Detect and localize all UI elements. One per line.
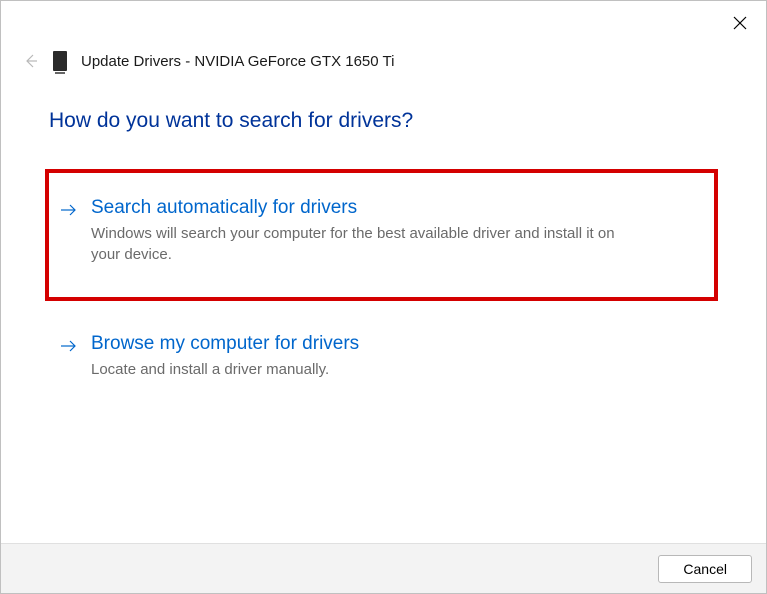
close-button[interactable] — [728, 11, 752, 35]
option-description: Windows will search your computer for th… — [91, 223, 631, 265]
back-button[interactable] — [21, 52, 39, 70]
option-title: Search automatically for drivers — [91, 197, 702, 219]
option-text: Browse my computer for drivers Locate an… — [91, 333, 706, 380]
option-title: Browse my computer for drivers — [91, 333, 706, 355]
content-area: How do you want to search for drivers? S… — [1, 71, 766, 390]
question-heading: How do you want to search for drivers? — [49, 109, 718, 133]
option-browse-computer[interactable]: Browse my computer for drivers Locate an… — [49, 323, 718, 390]
cancel-button[interactable]: Cancel — [658, 555, 752, 583]
arrow-right-icon — [61, 203, 79, 221]
arrow-right-icon — [61, 339, 79, 357]
window-title: Update Drivers - NVIDIA GeForce GTX 1650… — [81, 53, 394, 70]
back-arrow-icon — [22, 53, 38, 69]
option-search-automatically[interactable]: Search automatically for drivers Windows… — [45, 169, 718, 301]
header: Update Drivers - NVIDIA GeForce GTX 1650… — [1, 1, 766, 71]
option-description: Locate and install a driver manually. — [91, 359, 631, 380]
option-text: Search automatically for drivers Windows… — [91, 197, 702, 265]
footer: Cancel — [1, 543, 766, 593]
close-icon — [733, 16, 747, 30]
device-icon — [53, 51, 67, 71]
